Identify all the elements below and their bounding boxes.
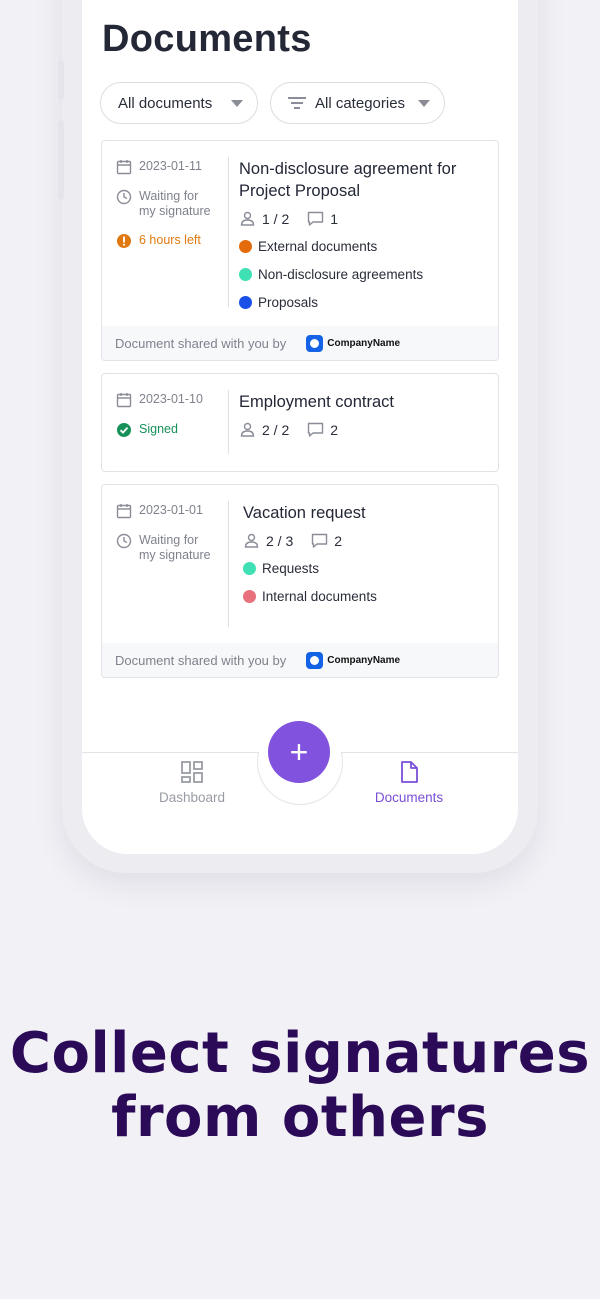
page-title: Documents — [102, 18, 312, 60]
divider — [228, 390, 229, 454]
category-tag: Non-disclosure agreements — [239, 265, 486, 283]
comment-icon — [312, 533, 328, 548]
signer-count: 1 / 2 — [262, 210, 290, 227]
clock-icon — [116, 189, 132, 205]
tag-color-dot — [239, 295, 252, 309]
chevron-down-icon — [231, 99, 243, 107]
clock-icon — [116, 533, 132, 549]
dashboard-icon — [181, 761, 203, 783]
document-title: Employment contract — [239, 393, 394, 411]
nav-item-dashboard[interactable]: Dashboard — [132, 760, 252, 805]
document-title: Non-disclosure agreement for Project Pro… — [239, 160, 457, 200]
chevron-down-icon — [418, 99, 430, 107]
shared-by-footer: Document shared with you by CompanyName — [102, 326, 498, 360]
document-card[interactable]: 2023-01-01 Waiting for my signature Vacat… — [101, 484, 499, 678]
category-tag: Internal documents — [243, 587, 486, 605]
document-icon — [401, 761, 418, 783]
comment-count: 1 — [330, 210, 339, 227]
tag-color-dot — [239, 239, 252, 253]
document-card[interactable]: 2023-01-10 Signed Employment contract 2 … — [101, 373, 499, 472]
deadline-warning: 6 hours left — [116, 233, 228, 249]
filter-icon — [288, 96, 306, 110]
documents-filter-dropdown[interactable]: All documents — [100, 82, 258, 124]
category-tag: External documents — [239, 237, 486, 255]
tag-color-dot — [243, 589, 256, 603]
check-circle-icon — [117, 423, 131, 437]
document-card[interactable]: 2023-01-11 Waiting for my signature 6 hou… — [101, 140, 499, 361]
categories-filter-label: All categories — [315, 94, 406, 112]
document-date: 2023-01-10 — [116, 392, 228, 408]
calendar-icon — [116, 393, 132, 408]
marketing-headline: Collect signatures from others — [9, 1021, 591, 1150]
person-icon — [240, 211, 255, 226]
document-status: Waiting for my signature — [116, 189, 228, 219]
company-logo-icon — [306, 334, 324, 352]
company-logo-icon — [306, 651, 324, 669]
signer-count: 2 / 3 — [266, 532, 294, 549]
divider — [228, 157, 229, 307]
document-title: Vacation request — [243, 504, 366, 522]
document-status: Waiting for my signature — [116, 533, 228, 563]
company-badge: CompanyName — [306, 334, 400, 352]
calendar-icon — [116, 504, 132, 519]
person-icon — [240, 422, 255, 437]
phone-side-button — [58, 120, 64, 200]
document-date: 2023-01-01 — [116, 503, 228, 519]
category-tag: Proposals — [239, 293, 486, 311]
comment-icon — [308, 211, 324, 226]
comment-count: 2 — [334, 532, 343, 549]
comment-count: 2 — [330, 421, 339, 438]
warning-icon — [117, 234, 131, 248]
document-status: Signed — [116, 422, 228, 438]
category-tag: Requests — [243, 559, 486, 577]
divider — [228, 501, 229, 627]
documents-filter-label: All documents — [118, 94, 213, 112]
phone-side-button — [58, 60, 64, 100]
add-document-button[interactable]: + — [268, 721, 330, 783]
calendar-icon — [116, 160, 132, 175]
nav-item-documents[interactable]: Documents — [349, 760, 469, 805]
signer-count: 2 / 2 — [262, 421, 290, 438]
categories-filter-dropdown[interactable]: All categories — [270, 82, 445, 124]
person-icon — [244, 533, 259, 548]
company-badge: CompanyName — [306, 651, 400, 669]
document-date: 2023-01-11 — [116, 159, 228, 175]
shared-by-footer: Document shared with you by CompanyName — [102, 643, 498, 677]
tag-color-dot — [239, 267, 252, 281]
tag-color-dot — [243, 561, 256, 575]
comment-icon — [308, 422, 324, 437]
app-screen: Documents All documents All categories 2… — [82, 0, 518, 854]
